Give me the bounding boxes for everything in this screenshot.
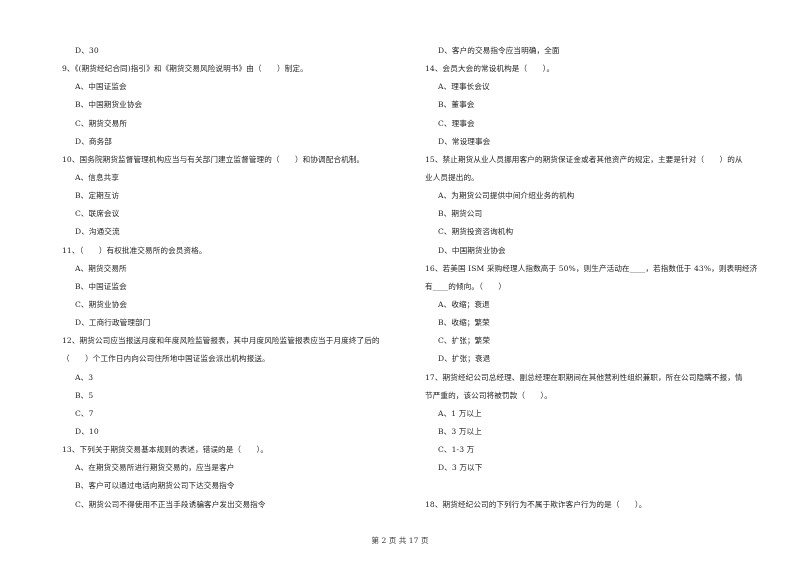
question-text: 业人员提出的。 (425, 172, 479, 182)
answer-option: C、期货交易所 (75, 118, 128, 128)
answer-option: A、收缩；衰退 (438, 299, 490, 309)
answer-option: B、期货公司 (438, 209, 483, 219)
answer-option: D、30 (75, 46, 99, 55)
answer-option: D、客户的交易指令应当明确，全面 (438, 46, 560, 55)
answer-option: D、沟通交流 (75, 227, 120, 237)
answer-option: B、客户可以通过电话向期货公司下达交易指令 (75, 481, 235, 491)
question-text: 17、期货经纪公司总经理、副总经理在职期间在其他营利性组织兼职，所在公司隐瞒不报… (425, 372, 743, 382)
answer-option: A、在期货交易所进行期货交易的，应当是客户 (75, 463, 235, 473)
answer-option: B、中国期货业协会 (75, 100, 143, 110)
answer-option: B、收缩；繁荣 (438, 318, 490, 328)
answer-option: D、工商行政管理部门 (75, 318, 151, 328)
answer-option: D、3 万以下 (438, 463, 483, 473)
answer-option: C、7 (75, 408, 94, 418)
question-text: 16、若美国 ISM 采购经理人指数高于 50%，则生产活动在____，若指数低… (425, 263, 758, 273)
answer-option: A、3 (75, 372, 94, 382)
answer-option: C、扩张；繁荣 (438, 336, 491, 346)
answer-option: C、期货投资咨询机构 (438, 227, 514, 237)
question-text: 12、期货公司应当报送月度和年度风险监管报表，其中月度风险监管报表应当于月度终了… (62, 336, 380, 346)
answer-option: D、扩张；衰退 (438, 354, 491, 364)
question-text: 节严重的，该公司将被罚款（ ）。 (425, 390, 552, 400)
page-footer: 第 2 页 共 17 页 (371, 536, 429, 545)
question-text: 有____的倾向。（ ） (425, 281, 507, 291)
answer-option: B、中国证监会 (75, 281, 127, 291)
question-text: 11、（ ）有权批准交易所的会员资格。 (62, 245, 207, 255)
answer-option: A、1 万以上 (438, 408, 482, 418)
answer-option: A、期货交易所 (75, 263, 127, 273)
answer-option: B、董事会 (438, 100, 475, 110)
answer-option: A、中国证监会 (75, 82, 127, 92)
question-text: 18、期货经纪公司的下列行为不属于欺诈客户行为的是（ ）。 (425, 499, 647, 509)
question-text: 14、会员大会的常设机构是（ ）。 (425, 64, 555, 74)
answer-option: C、联席会议 (75, 209, 120, 219)
answer-option: A、信息共享 (75, 172, 120, 182)
answer-option: C、理事会 (438, 118, 475, 128)
left-column: D、30 9、《(期货经纪合同)指引》和《期货交易风险说明书》由（ ）制定。 A、中… (62, 44, 402, 516)
answer-option: C、1-3 万 (438, 445, 475, 455)
answer-option: B、定期互访 (75, 191, 120, 201)
answer-option: B、3 万以上 (438, 426, 482, 436)
answer-option: C、期货公司不得使用不正当手段诱骗客户发出交易指令 (75, 499, 266, 509)
answer-option: D、常设理事会 (438, 136, 491, 146)
answer-option: D、中国期货业协会 (438, 245, 506, 255)
question-text: 15、禁止期货从业人员挪用客户的期货保证金或者其他资产的规定，主要是针对（ ）的… (425, 154, 743, 164)
right-column: D、客户的交易指令应当明确，全面 14、会员大会的常设机构是（ ）。 A、理事长会议… (425, 44, 770, 516)
question-text: 9、《(期货经纪合同)指引》和《期货交易风险说明书》由（ ）制定。 (62, 64, 308, 74)
answer-option: A、理事长会议 (438, 82, 490, 92)
question-text: （ ）个工作日内向公司住所地中国证监会派出机构报送。 (62, 354, 270, 364)
answer-option: D、10 (75, 426, 99, 436)
answer-option: C、期货业协会 (75, 299, 128, 309)
answer-option: D、商务部 (75, 136, 112, 146)
question-text: 10、国务院期货监督管理机构应当与有关部门建立监督管理的（ ）和协调配合机制。 (62, 154, 365, 164)
answer-option: B、5 (75, 390, 94, 400)
answer-option: A、为期货公司提供中间介绍业务的机构 (438, 191, 575, 201)
question-text: 13、下列关于期货交易基本规则的表述，错误的是（ ）。 (62, 445, 269, 455)
